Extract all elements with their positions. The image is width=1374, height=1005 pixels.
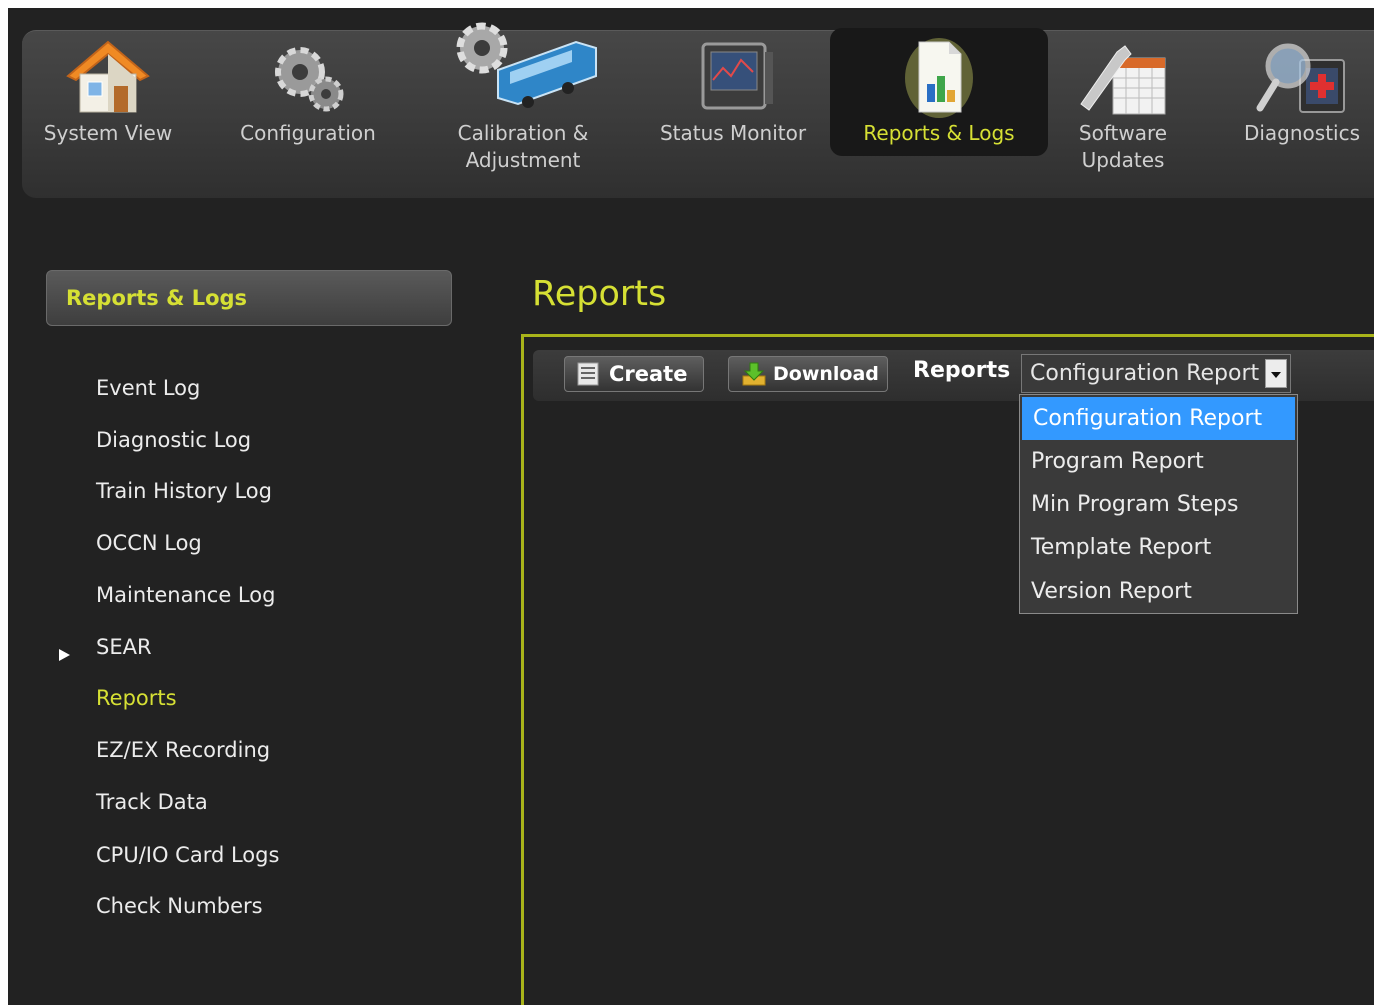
nav-software-updates[interactable]: Software Updates (1063, 8, 1183, 176)
wrench-calendar-icon (1073, 38, 1173, 125)
create-label: Create (609, 362, 688, 386)
nav-label-line2: Updates (1081, 148, 1165, 172)
report-type-select-value: Configuration Report (1030, 361, 1260, 386)
report-type-dropdown: Configuration Report Program Report Min … (1019, 394, 1298, 614)
nav-configuration[interactable]: Configuration (238, 8, 378, 176)
gear-train-icon (448, 18, 598, 121)
sidebar-item-sear[interactable]: SEAR (96, 635, 152, 659)
app-window: System View Configuration Calibration & … (8, 8, 1374, 1005)
nav-label-two-line: Software Updates (1063, 120, 1183, 174)
report-document-icon (903, 36, 975, 125)
nav-reports-logs[interactable]: Reports & Logs (830, 28, 1048, 156)
page-title: Reports (532, 274, 667, 314)
nav-label: Diagnostics (1243, 121, 1361, 145)
sidebar-item-event-log[interactable]: Event Log (96, 376, 200, 400)
nav-calibration-adjustment[interactable]: Calibration & Adjustment (448, 8, 598, 176)
report-type-select[interactable]: Configuration Report (1021, 354, 1291, 393)
nav-status-monitor[interactable]: Status Monitor (658, 8, 808, 176)
monitor-icon (687, 38, 779, 123)
sidebar-item-cpu-io-card-logs[interactable]: CPU/IO Card Logs (96, 843, 279, 867)
nav-label: Configuration (240, 121, 376, 145)
gears-icon (262, 38, 354, 123)
dropdown-option-template-report[interactable]: Template Report (1020, 526, 1297, 569)
sidebar-item-reports[interactable]: Reports (96, 686, 177, 710)
create-button[interactable]: Create (564, 356, 704, 392)
nav-label-line1: Calibration & (457, 121, 589, 145)
sidebar-item-diagnostic-log[interactable]: Diagnostic Log (96, 428, 251, 452)
sidebar-item-track-data[interactable]: Track Data (96, 790, 208, 814)
nav-system-view[interactable]: System View (38, 8, 178, 176)
sidebar-item-train-history-log[interactable]: Train History Log (96, 479, 272, 503)
house-icon (62, 38, 154, 123)
nav-label-line1: Software (1078, 121, 1168, 145)
dropdown-option-program-report[interactable]: Program Report (1020, 440, 1297, 483)
download-button[interactable]: Download (728, 356, 888, 392)
download-icon (741, 362, 767, 397)
chevron-down-icon[interactable] (1265, 359, 1287, 388)
nav-label: Reports & Logs (863, 121, 1015, 145)
nav-label: System View (43, 121, 173, 145)
reports-select-label: Reports (913, 358, 1011, 383)
expand-arrow-icon[interactable] (59, 649, 70, 661)
dropdown-option-min-program-steps[interactable]: Min Program Steps (1020, 483, 1297, 526)
nav-label-two-line: Calibration & Adjustment (448, 120, 598, 174)
nav-label: Status Monitor (659, 121, 807, 145)
sidebar-item-ezex-recording[interactable]: EZ/EX Recording (96, 738, 270, 762)
sidebar-item-check-numbers[interactable]: Check Numbers (96, 894, 263, 918)
magnifier-medical-icon (1252, 38, 1352, 125)
sidebar-item-occn-log[interactable]: OCCN Log (96, 531, 202, 555)
download-label: Download (773, 363, 879, 385)
sidebar-header: Reports & Logs (46, 270, 452, 326)
dropdown-option-configuration-report[interactable]: Configuration Report (1022, 397, 1295, 440)
document-list-icon (577, 362, 599, 396)
nav-diagnostics[interactable]: Diagnostics (1238, 8, 1366, 176)
sidebar-item-maintenance-log[interactable]: Maintenance Log (96, 583, 275, 607)
dropdown-option-version-report[interactable]: Version Report (1020, 570, 1297, 613)
nav-label-line2: Adjustment (465, 148, 581, 172)
